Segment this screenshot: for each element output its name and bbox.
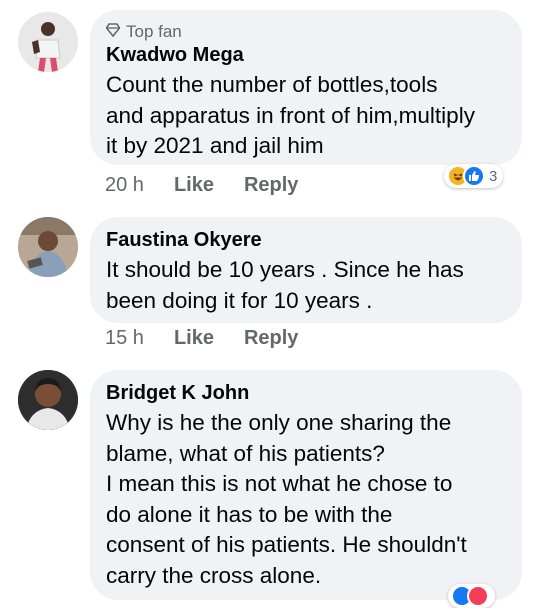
comment-text: Count the number of bottles,tools and ap… bbox=[106, 70, 506, 162]
reply-button[interactable]: Reply bbox=[244, 174, 298, 197]
comment-timestamp[interactable]: 20 h bbox=[105, 174, 144, 197]
avatar-image bbox=[18, 12, 78, 72]
comment-author[interactable]: Faustina Okyere bbox=[106, 227, 506, 253]
diamond-badge-icon bbox=[105, 22, 121, 42]
comment-line: consent of his patients. He shouldn't bbox=[106, 532, 467, 557]
badge-label: Top fan bbox=[126, 22, 182, 41]
comment-timestamp[interactable]: 15 h bbox=[105, 327, 144, 350]
reaction-count: 3 bbox=[489, 167, 498, 185]
avatar[interactable] bbox=[18, 370, 78, 430]
comment-bubble: Faustina Okyere It should be 10 years . … bbox=[90, 217, 522, 323]
comment-bubble: Bridget K John Why is he the only one sh… bbox=[90, 370, 522, 600]
love-icon bbox=[467, 585, 489, 607]
avatar[interactable] bbox=[18, 217, 78, 277]
avatar-image bbox=[18, 370, 78, 430]
reaction-summary[interactable] bbox=[448, 584, 495, 608]
reaction-summary[interactable]: 3 bbox=[444, 164, 504, 188]
comment-line: it by 2021 and jail him bbox=[106, 133, 324, 158]
avatar[interactable] bbox=[18, 12, 78, 72]
comment-line: carry the cross alone. bbox=[106, 562, 322, 588]
top-fan-badge: Top fan bbox=[105, 22, 506, 42]
comment-author[interactable]: Kwadwo Mega bbox=[106, 42, 506, 68]
comment-bubble: Top fan Kwadwo Mega Count the number of … bbox=[90, 10, 522, 165]
like-icon bbox=[463, 165, 485, 187]
comment-text: Why is he the only one sharing the blame… bbox=[106, 408, 506, 591]
like-button[interactable]: Like bbox=[174, 174, 214, 197]
like-button[interactable]: Like bbox=[174, 327, 214, 350]
avatar-image bbox=[18, 217, 78, 277]
reply-button[interactable]: Reply bbox=[244, 327, 298, 350]
comment-actions: 20 h Like Reply bbox=[105, 174, 298, 197]
comment-line: Count the number of bottles,tools bbox=[106, 72, 438, 97]
comment-line: do alone it has to be with the bbox=[106, 501, 393, 527]
comment-text: It should be 10 years . Since he has bee… bbox=[106, 255, 506, 316]
comment-author[interactable]: Bridget K John bbox=[106, 380, 506, 406]
comment-line: and apparatus in front of him,multiply bbox=[106, 102, 475, 128]
comment-line: blame, what of his patients? bbox=[106, 440, 385, 466]
comment-line: been doing it for 10 years . bbox=[106, 287, 373, 313]
comment-actions: 15 h Like Reply bbox=[105, 327, 298, 350]
comment-line: Why is he the only one sharing the bbox=[106, 410, 452, 435]
comment-line: I mean this is not what he chose to bbox=[106, 471, 453, 496]
comment-line: It should be 10 years . Since he has bbox=[106, 257, 464, 282]
